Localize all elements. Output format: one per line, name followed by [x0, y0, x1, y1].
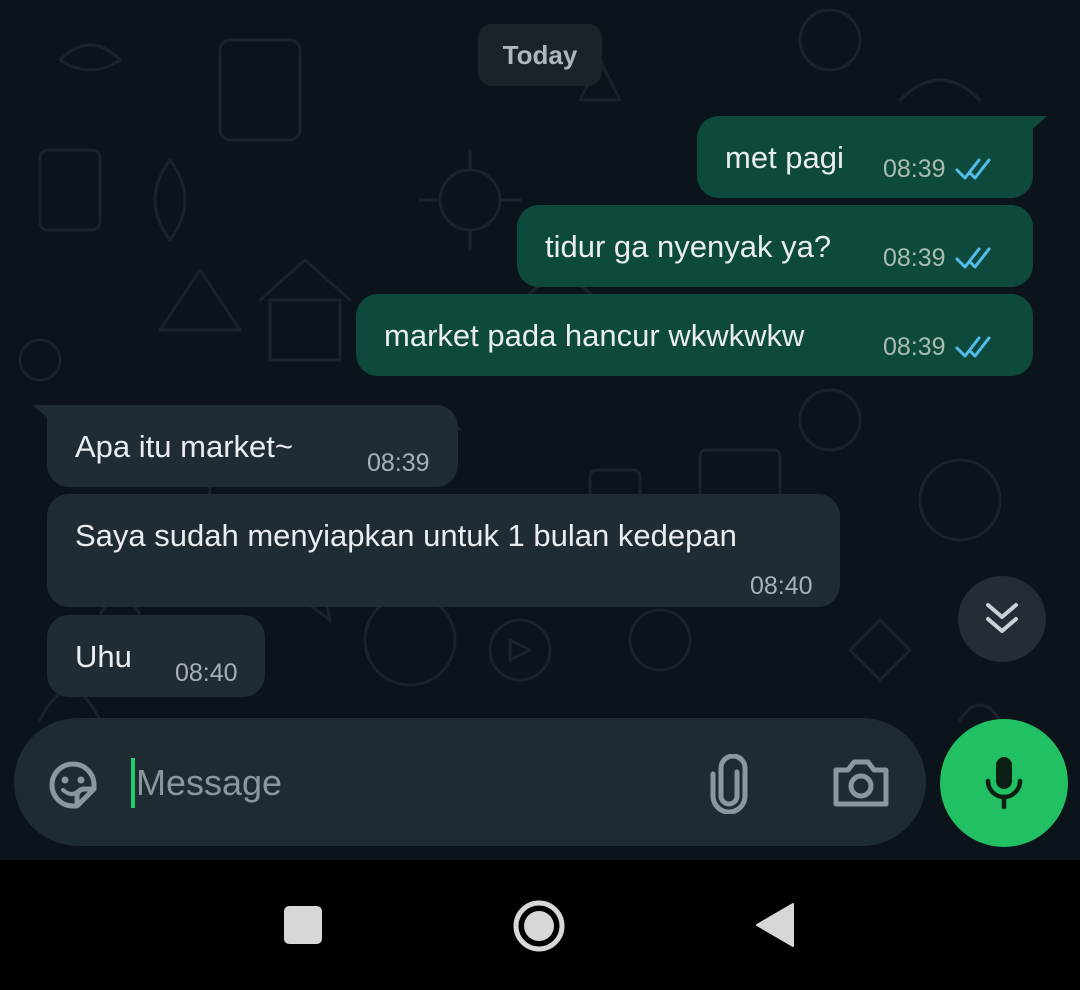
system-navigation-bar — [0, 860, 1080, 990]
message-time: 08:39 — [883, 332, 946, 361]
message-text: tidur ga nyenyak ya? — [545, 229, 832, 264]
sticker-emoji-icon[interactable] — [44, 756, 102, 819]
message-text: Uhu — [75, 639, 132, 674]
outgoing-message[interactable]: tidur ga nyenyak ya? 08:39 — [517, 205, 1033, 287]
incoming-message[interactable]: Uhu 08:40 — [47, 615, 265, 697]
scroll-to-bottom-button[interactable] — [958, 576, 1046, 662]
double-check-read-icon — [954, 243, 1000, 273]
message-meta: 08:39 — [367, 449, 430, 478]
message-text: met pagi — [725, 140, 844, 175]
message-meta: 08:40 — [175, 659, 238, 688]
double-check-read-icon — [954, 332, 1000, 362]
back-icon[interactable] — [755, 902, 795, 948]
voice-message-button[interactable] — [940, 719, 1068, 847]
message-meta: 08:39 — [883, 243, 1000, 273]
message-text: Saya sudah menyiapkan untuk 1 bulan kede… — [75, 518, 737, 553]
message-input[interactable]: Message — [136, 762, 282, 804]
message-text: market pada hancur wkwkwkw — [384, 318, 805, 353]
message-meta: 08:39 — [883, 332, 1000, 362]
message-time: 08:39 — [367, 449, 430, 477]
bubble-tail — [33, 405, 55, 425]
double-chevron-down-icon — [986, 603, 1018, 633]
incoming-message[interactable]: Apa itu market~ 08:39 — [33, 405, 458, 487]
date-separator: Today — [478, 24, 602, 86]
message-meta: 08:40 — [750, 572, 813, 601]
text-cursor — [131, 758, 135, 808]
message-time: 08:40 — [175, 659, 238, 687]
chat-area[interactable]: Today met pagi 08:39 tidur ga nyenyak ya… — [0, 0, 1080, 860]
outgoing-message[interactable]: met pagi 08:39 — [697, 116, 1047, 198]
message-time: 08:39 — [883, 154, 946, 183]
bubble-tail — [1025, 116, 1047, 136]
outgoing-message[interactable]: market pada hancur wkwkwkw 08:39 — [356, 294, 1033, 376]
paperclip-icon[interactable] — [704, 753, 754, 819]
message-text: Apa itu market~ — [75, 429, 293, 464]
message-time: 08:39 — [883, 243, 946, 272]
recent-apps-icon[interactable] — [284, 906, 322, 944]
microphone-icon — [985, 757, 1023, 810]
message-composer: Message — [14, 718, 926, 846]
message-meta: 08:39 — [883, 154, 1000, 184]
incoming-message[interactable]: Saya sudah menyiapkan untuk 1 bulan kede… — [47, 494, 840, 607]
home-icon[interactable] — [511, 898, 567, 954]
message-time: 08:40 — [750, 572, 813, 600]
double-check-read-icon — [954, 154, 1000, 184]
camera-icon[interactable] — [832, 756, 890, 813]
